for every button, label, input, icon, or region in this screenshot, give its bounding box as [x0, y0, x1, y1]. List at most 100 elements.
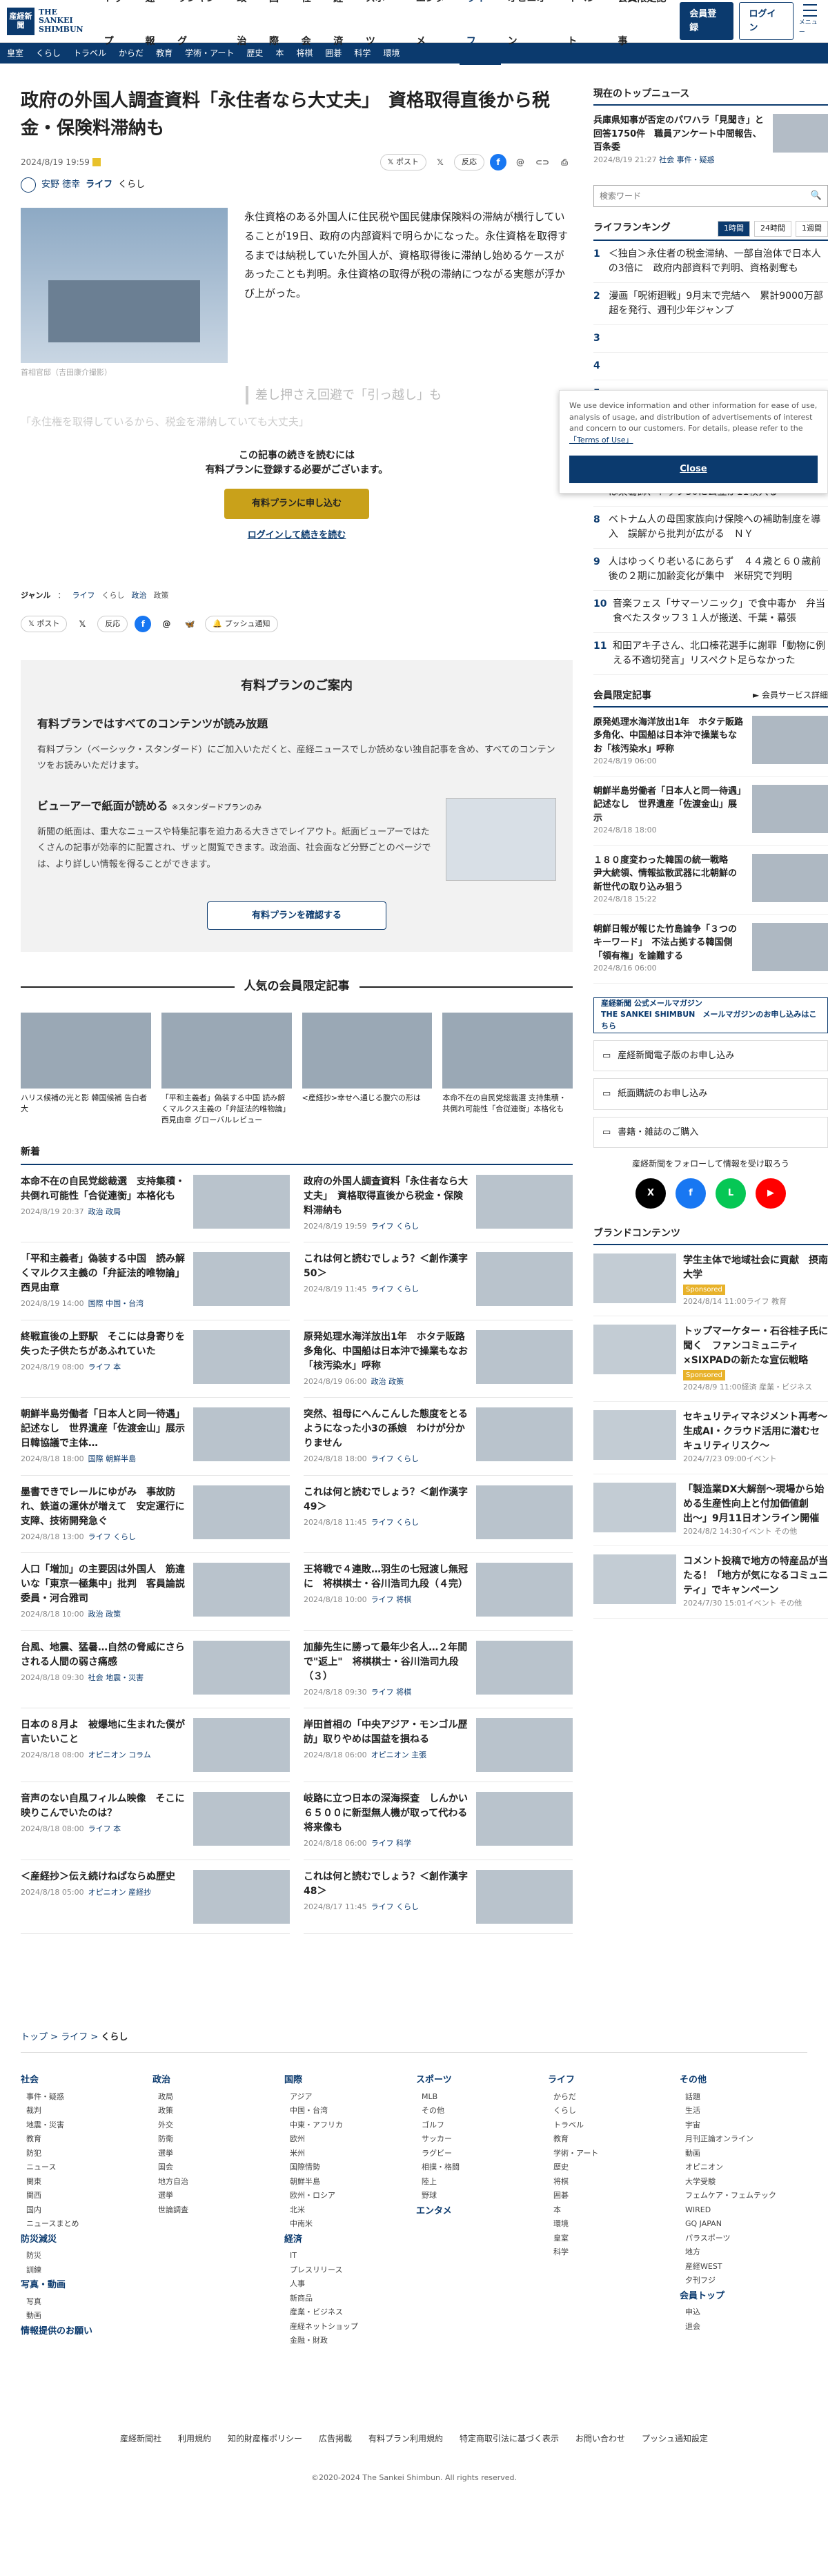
footer-link[interactable]: 訓練 [26, 2265, 135, 2276]
footer-link[interactable]: 動画 [685, 2148, 793, 2160]
member-item[interactable]: 朝鮮日報が報じた竹島論争「３つのキーワード」 不法占拠する韓国側「領有権」を論難… [593, 915, 828, 984]
footer-link[interactable]: 金融・財政 [290, 2335, 398, 2347]
member-item[interactable]: １８０度変わった韓国の統一戦略 尹大統領、情報拡散武器に北朝鮮の新世代の取り込み… [593, 846, 828, 915]
footer-link[interactable]: サッカー [422, 2134, 530, 2145]
subnav-item[interactable]: 将棋 [296, 47, 313, 59]
side-link[interactable]: ▭ 産経新聞電子版のお申し込み [593, 1040, 828, 1071]
news-item[interactable]: 岐路に立つ日本の深海探査 しんかい６５００に新型無人機が取って代わる将来像も 20… [304, 1782, 573, 1860]
footer-link[interactable]: 朝鮮半島 [290, 2176, 398, 2188]
footer-col-title[interactable]: 社会 [21, 2074, 135, 2087]
footer-link[interactable]: トラベル [553, 2120, 662, 2131]
nav-item[interactable]: イベント [560, 0, 611, 65]
breadcrumb-item[interactable]: くらし [101, 2032, 128, 2042]
ranking-item[interactable]: 11 和田アキ子さん、北口榛花選手に謝罪「動物に例える不適切発言」リスペクト足らな… [593, 633, 828, 675]
footer-bottom-link[interactable]: 利用規約 [178, 2432, 211, 2445]
popular-item[interactable]: 本命不在の自民党総裁選 支持集積・共倒れ可能性「合従連衡」本格化も [442, 1012, 573, 1126]
push-notify-button[interactable]: 🔔 プッシュ通知 [205, 615, 278, 633]
genre-4[interactable]: 政策 [153, 590, 168, 602]
member-item[interactable]: 原発処理水海洋放出1年 ホタテ販路多角化、中国船は日本沖で操業もなお「核汚染水」… [593, 708, 828, 777]
subnav-item[interactable]: 学術・アート [185, 47, 234, 59]
footer-col-title[interactable]: ライフ [548, 2074, 662, 2087]
footer-link[interactable]: その他 [422, 2105, 530, 2117]
footer-link[interactable]: 動画 [26, 2310, 135, 2322]
news-item[interactable]: 墨書できでレールにゆがみ 事故防れ、鉄道の運休が増えて 安定運行に支障、技術開発… [21, 1476, 290, 1554]
footer-bottom-link[interactable]: お問い合わせ [575, 2432, 625, 2445]
breadcrumb-item[interactable]: ライフ [61, 2032, 88, 2042]
tab-24h[interactable]: 24時間 [754, 221, 791, 237]
subnav-item[interactable]: 歴史 [246, 47, 263, 59]
footer-link[interactable]: 中東・アフリカ [290, 2120, 398, 2131]
genre-1[interactable]: ライフ [72, 590, 95, 602]
footer-link[interactable]: 防災 [26, 2250, 135, 2262]
subnav-item[interactable]: 皇室 [7, 47, 23, 59]
footer-link[interactable]: くらし [553, 2105, 662, 2117]
footer-link[interactable]: 欧州・ロシア [290, 2190, 398, 2202]
footer-col-title[interactable]: 経済 [284, 2233, 398, 2247]
category-tag[interactable]: ライフ [86, 178, 112, 192]
footer-col-title[interactable]: 防災減災 [21, 2233, 135, 2247]
subnav-item[interactable]: からだ [119, 47, 144, 59]
footer-link[interactable]: 選挙 [158, 2190, 266, 2202]
x-share-icon-bottom[interactable]: 𝕏 [74, 616, 90, 632]
react-button[interactable]: 反応 [454, 153, 484, 171]
footer-link[interactable]: 選挙 [158, 2148, 266, 2160]
footer-link[interactable]: 本 [553, 2205, 662, 2216]
subnav-item[interactable]: 本 [275, 47, 284, 59]
footer-link[interactable]: 北米 [290, 2205, 398, 2216]
subnav-item[interactable]: 科学 [354, 47, 371, 59]
nav-item[interactable]: エンタメ [409, 0, 460, 65]
facebook-icon[interactable]: f [490, 153, 506, 170]
footer-link[interactable]: 政策 [158, 2105, 266, 2117]
footer-link[interactable]: 政局 [158, 2091, 266, 2103]
genre-2[interactable]: くらし [101, 590, 124, 602]
footer-col-title[interactable]: エンタメ [416, 2205, 530, 2218]
login-to-read-link[interactable]: ログインして続きを読む [248, 530, 346, 540]
footer-link[interactable]: 皇室 [553, 2233, 662, 2245]
terms-link[interactable]: 「Terms of Use」 [569, 436, 633, 445]
news-item[interactable]: 加藤先生に勝って最年少名人…２年間で"返上" 将棋棋士・谷川浩司九段（３） 202… [304, 1631, 573, 1709]
footer-bottom-link[interactable]: 広告掲載 [319, 2432, 352, 2445]
subnav-item[interactable]: 環境 [383, 47, 400, 59]
footer-link[interactable]: WIRED [685, 2205, 793, 2216]
news-item[interactable]: ＜産経抄＞伝え続けねばならぬ歴史 2024/8/18 05:00 オピニオン 産経抄 [21, 1860, 290, 1934]
footer-link[interactable]: 囲碁 [553, 2190, 662, 2202]
footer-bottom-link[interactable]: 産経新聞社 [120, 2432, 161, 2445]
footer-link[interactable]: 話題 [685, 2091, 793, 2103]
footer-link[interactable]: IT [290, 2250, 398, 2262]
threads-icon-bottom[interactable]: @ [158, 616, 175, 632]
tab-1w[interactable]: 1週間 [796, 221, 828, 237]
print-icon[interactable]: ⎙ [556, 154, 573, 170]
footer-link[interactable]: 関西 [26, 2190, 135, 2202]
footer-link[interactable]: 事件・疑惑 [26, 2091, 135, 2103]
register-button[interactable]: 会員登録 [680, 2, 733, 40]
footer-link[interactable]: ニュースまとめ [26, 2218, 135, 2230]
footer-link[interactable]: からだ [553, 2091, 662, 2103]
news-item[interactable]: 突然、祖母にへんこんした態度をとるようになった小3の孫娘 わけが分かりません 20… [304, 1398, 573, 1476]
footer-link[interactable]: GQ JAPAN [685, 2218, 793, 2230]
footer-link[interactable]: 陸上 [422, 2176, 530, 2188]
subscribe-button[interactable]: 有料プランに申し込む [224, 489, 369, 519]
footer-link[interactable]: 産経WEST [685, 2261, 793, 2273]
footer-link[interactable]: 防犯 [26, 2148, 135, 2160]
footer-link[interactable]: 申込 [685, 2307, 793, 2319]
footer-bottom-link[interactable]: 特定商取引法に基づく表示 [460, 2432, 559, 2445]
author-name[interactable]: 安野 徳幸 [41, 178, 80, 192]
x-icon[interactable]: X [635, 1178, 666, 1209]
brand-item[interactable]: トップマーケター・石谷桂子氏に聞く ファンコミュニティ×SIXPADの新たな宣伝… [593, 1316, 828, 1402]
footer-col-title[interactable]: 写真・動画 [21, 2279, 135, 2292]
footer-link[interactable]: 欧州 [290, 2134, 398, 2145]
ranking-item[interactable]: 2 漫画「呪術廻戦」9月末で完結へ 累計9000万部超を発行、週刊少年ジャンプ [593, 283, 828, 325]
news-item[interactable]: 本命不在の自民党総裁選 支持集積・共倒れ可能性「合従連衡」本格化も 2024/8/… [21, 1165, 290, 1243]
link-icon[interactable]: ⊂⊃ [534, 154, 551, 170]
breadcrumb-item[interactable]: トップ [21, 2032, 48, 2042]
top-news-item[interactable]: 兵庫県知事が否定のパワハラ「見聞き」と回答1750件 職員アンケート中間報告、百… [593, 114, 828, 166]
footer-link[interactable]: 関東 [26, 2176, 135, 2188]
footer-link[interactable]: 産経ネットショップ [290, 2321, 398, 2333]
news-item[interactable]: 王将戦で４連敗…羽生の七冠渡し無冠に 将棋棋士・谷川浩司九段（４完） 2024/8… [304, 1553, 573, 1631]
footer-link[interactable]: 大学受験 [685, 2176, 793, 2188]
footer-col-title[interactable]: 情報提供のお願い [21, 2325, 135, 2339]
footer-link[interactable]: 退会 [685, 2321, 793, 2333]
news-item[interactable]: 岸田首相の「中央アジア・モンゴル歴訪」取りやめは国益を損ねる 2024/8/18 … [304, 1708, 573, 1783]
footer-link[interactable]: 歴史 [553, 2162, 662, 2174]
subcategory-tag[interactable]: くらし [118, 178, 145, 192]
